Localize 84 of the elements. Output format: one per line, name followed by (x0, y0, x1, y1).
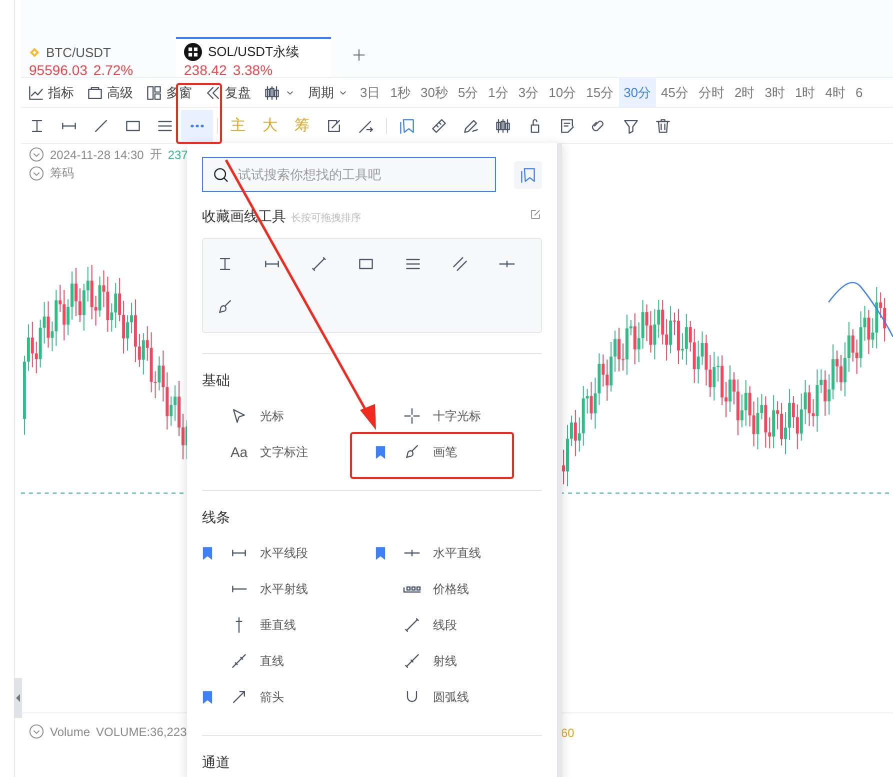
indicator-name: 筹码 (50, 165, 74, 182)
period-tab[interactable]: 1秒 (385, 78, 416, 107)
tool-item[interactable]: 直线 (202, 643, 375, 679)
coin-icon (29, 46, 40, 58)
volume-value: 60 (561, 726, 574, 740)
bookmark-icon (398, 116, 416, 134)
collapse-handle[interactable] (14, 678, 22, 718)
bookmark-icon[interactable] (375, 446, 386, 458)
tool-item[interactable]: 画笔 (375, 434, 543, 470)
symbol-tab[interactable]: BTC/USDT 95596.03 2.72% (21, 37, 176, 77)
section-title: 线条 (202, 509, 231, 527)
candlestick-icon (263, 84, 281, 102)
toolbar-button[interactable]: 高级 (80, 80, 139, 106)
layout-icon (145, 84, 163, 102)
note-icon (558, 116, 576, 134)
ruler-icon (430, 116, 448, 134)
period-tab[interactable]: 30秒 (415, 78, 453, 107)
period-tab[interactable]: 分时 (694, 78, 730, 107)
collapse-icon[interactable] (29, 724, 44, 739)
ray-icon (403, 652, 421, 670)
search-icon (212, 166, 230, 184)
period-tab[interactable]: 6 (850, 78, 868, 107)
toolbar-button[interactable]: 周期 (302, 80, 355, 106)
bookmark-icon (519, 166, 538, 184)
favorites-button[interactable] (514, 160, 542, 188)
tool-item[interactable]: 水平线段 (202, 535, 375, 571)
section-title: 通道 (202, 754, 231, 772)
tool-item[interactable]: 线段 (375, 607, 543, 643)
tool-item[interactable]: 价格线 (375, 571, 543, 607)
trash-icon (654, 116, 672, 134)
line-chart-icon (27, 84, 45, 102)
period-tab[interactable]: 5分 (452, 78, 484, 107)
toolbar-button[interactable]: 多窗 (139, 80, 198, 106)
tool-item[interactable]: 垂直线 (202, 607, 375, 643)
candlestick-icon (494, 116, 512, 134)
tool-item[interactable]: 射线 (375, 643, 543, 679)
crosshair-icon (403, 407, 421, 425)
period-tab[interactable]: 2时 (730, 78, 760, 107)
cursor-icon (230, 407, 248, 425)
open-value: 237 (168, 148, 188, 162)
bookmark-icon[interactable] (202, 690, 213, 704)
collapse-icon[interactable] (29, 147, 44, 162)
brush-icon (403, 443, 421, 461)
highlight-frame (176, 83, 222, 144)
arrow-icon (230, 688, 248, 706)
moving-average-line (828, 282, 893, 338)
line-segment-icon[interactable] (310, 255, 328, 273)
tool-item[interactable]: 十字光标 (375, 398, 543, 434)
toolbar-button[interactable]: 复盘 (198, 80, 257, 106)
edit-icon[interactable] (529, 208, 542, 221)
hint-text: 长按可拖拽排序 (291, 212, 361, 225)
section-title: 基础 (202, 372, 231, 390)
tool-item[interactable]: 水平直线 (375, 535, 543, 571)
bookmark-icon[interactable] (375, 546, 386, 560)
symbol-tab[interactable]: SOL/USDT永续 238.42 3.38% (176, 37, 331, 77)
toolbar-button[interactable]: 指标 (21, 80, 80, 106)
period-tab[interactable]: 3日 (355, 78, 386, 107)
candle-date: 2024-11-28 14:30 (50, 148, 144, 162)
search-field[interactable]: 试试搜索你想找的工具吧 (202, 157, 496, 192)
tool-item[interactable]: 水平射线 (202, 571, 375, 607)
add-tab-icon[interactable] (351, 47, 367, 63)
bookmark-icon[interactable] (202, 546, 213, 560)
period-tab[interactable]: 3时 (760, 78, 790, 107)
period-tab[interactable]: 3分 (513, 78, 544, 107)
brush-icon[interactable] (216, 298, 234, 316)
volume-reading: VOLUME:36,223 (96, 724, 187, 738)
period-tab[interactable]: 10分 (544, 78, 582, 107)
collapse-icon[interactable] (29, 166, 44, 181)
token-icon (184, 43, 202, 61)
parallel-lines-icon[interactable] (451, 255, 469, 273)
tool-item[interactable]: Aa 文字标注 (202, 434, 375, 470)
tool-item[interactable]: 箭头 (202, 679, 375, 715)
period-tab[interactable]: 15分 (581, 78, 619, 107)
straight-line-icon (230, 652, 248, 670)
period-tab[interactable]: 1时 (790, 78, 820, 107)
more-icon (190, 124, 204, 128)
volume-label: Volume (50, 724, 90, 738)
line-segment-icon (403, 616, 421, 634)
period-tab[interactable]: 4时 (820, 78, 850, 107)
period-tab[interactable]: 1分 (483, 78, 514, 107)
period-tab[interactable]: 45分 (656, 78, 694, 107)
price-line-icon (403, 586, 421, 592)
tool-item[interactable]: 圆弧线 (375, 679, 543, 715)
open-label: 开 (150, 146, 162, 163)
